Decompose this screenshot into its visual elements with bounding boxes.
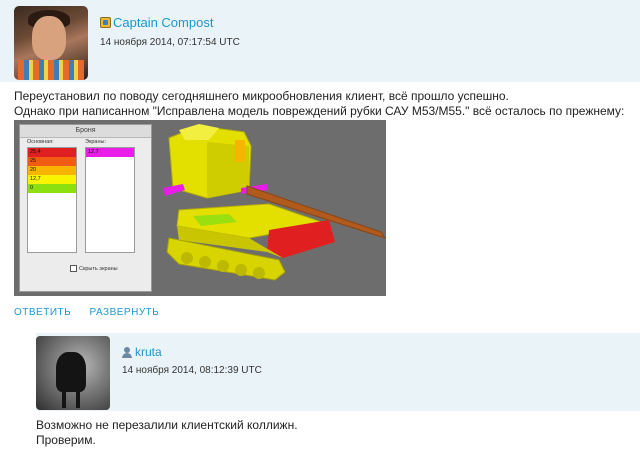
post-header — [0, 0, 640, 82]
reply-avatar[interactable] — [36, 336, 110, 410]
armor-swatch-0: 25,4 — [28, 148, 76, 157]
reply-text-line: Проверим. — [36, 433, 96, 447]
screens-list: 12,7 — [85, 147, 135, 253]
post-text-line: Однако при написанном "Исправлена модель… — [14, 104, 625, 118]
tank-screen-left — [163, 184, 185, 196]
reply-timestamp: 14 ноября 2014, 08:12:39 UTC — [122, 365, 262, 376]
badge-icon — [100, 17, 111, 28]
main-armor-label: Основная: — [27, 139, 54, 145]
reply-author-link[interactable]: kruta — [135, 345, 162, 359]
armor-swatch-1: 25 — [28, 157, 76, 166]
post-actions: ОТВЕТИТЬ РАЗВЕРНУТЬ — [14, 307, 174, 318]
post-text-line: Переустановил по поводу сегодняшнего мик… — [14, 89, 509, 103]
avatar-leg — [76, 388, 80, 408]
hide-screens-label: Скрыть экраны — [79, 265, 118, 272]
author-avatar[interactable] — [14, 6, 88, 80]
armor-window-title: Броня — [20, 125, 151, 138]
attached-screenshot[interactable]: Броня Основная: Экраны: 25,4 25 20 12,7 … — [14, 120, 386, 296]
tank-model — [163, 124, 386, 281]
expand-button[interactable]: РАЗВЕРНУТЬ — [89, 307, 159, 318]
armor-window: Броня Основная: Экраны: 25,4 25 20 12,7 … — [19, 124, 152, 292]
screen-swatch-0: 12,7 — [86, 148, 134, 157]
post-timestamp: 14 ноября 2014, 07:17:54 UTC — [100, 37, 240, 48]
reply-button[interactable]: ОТВЕТИТЬ — [14, 307, 71, 318]
reply-author-line: kruta — [122, 345, 162, 359]
reply-text-line: Возможно не перезалили клиентский коллиж… — [36, 418, 298, 432]
tank-hatch — [235, 140, 245, 162]
author-link[interactable]: Captain Compost — [113, 15, 213, 30]
user-icon — [122, 346, 132, 358]
post-body: Переустановил по поводу сегодняшнего мик… — [14, 89, 634, 119]
hide-screens-option: Скрыть экраны — [70, 265, 118, 272]
avatar-face — [32, 16, 66, 60]
avatar-figure — [56, 352, 86, 392]
screens-label: Экраны: — [85, 139, 106, 145]
main-armor-list: 25,4 25 20 12,7 0 — [27, 147, 77, 253]
reply-body: Возможно не перезалили клиентский коллиж… — [36, 418, 298, 448]
author-line: Captain Compost — [100, 15, 213, 30]
armor-swatch-4: 0 — [28, 184, 76, 193]
hide-screens-checkbox — [70, 265, 77, 272]
armor-swatch-3: 12,7 — [28, 175, 76, 184]
avatar-leg — [62, 388, 66, 408]
armor-swatch-2: 20 — [28, 166, 76, 175]
avatar-shirt — [18, 60, 84, 80]
